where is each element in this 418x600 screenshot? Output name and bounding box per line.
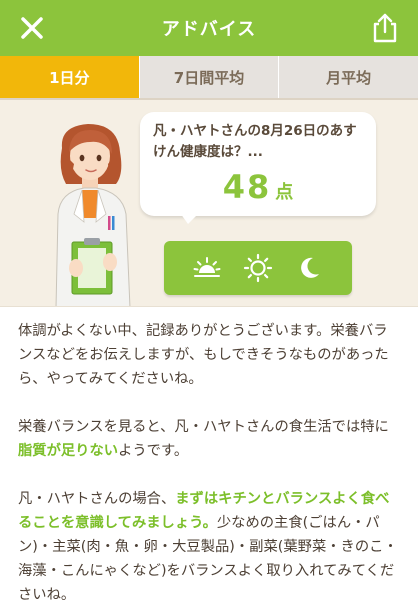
health-score-unit: 点 [275, 182, 294, 203]
health-score: 48 点 [140, 168, 376, 206]
tab-1day[interactable]: 1日分 [0, 56, 140, 98]
meal-time-selector [164, 241, 352, 295]
speech-bubble-tail [178, 210, 202, 224]
period-tabs: 1日分 7日間平均 月平均 [0, 56, 418, 98]
nutritionist-avatar [55, 124, 131, 308]
tab-monthly-average[interactable]: 月平均 [279, 56, 418, 98]
speech-bubble: 凡・ハヤトさんの8月26日のあすけん健康度は？... 48 点 [140, 112, 376, 216]
advice-paragraph-2: 栄養バランスを見ると、凡・ハヤトさんの食生活では特に脂質が足りないようです。 [18, 415, 400, 463]
advice-text: ようです。 [118, 443, 189, 459]
page-title: アドバイス [161, 19, 257, 40]
tab-7day-average[interactable]: 7日間平均 [140, 56, 280, 98]
advice-paragraph-3: 凡・ハヤトさんの場合、まずはキチンとバランスよく食べることを意識してみましょう。… [18, 487, 400, 600]
advice-card: 体調がよくない中、記録ありがとうございます。栄養バランスなどをお伝えしますが、も… [0, 306, 418, 600]
advice-paragraph-1: 体調がよくない中、記録ありがとうございます。栄養バランスなどをお伝えしますが、も… [18, 323, 389, 387]
header-bar: アドバイス [0, 0, 418, 56]
advice-text: 栄養バランスを見ると、凡・ハヤトさんの食生活では特に [18, 419, 389, 435]
moon-icon[interactable] [294, 253, 324, 283]
sun-icon[interactable] [243, 253, 273, 283]
tabs-divider [0, 98, 418, 100]
sunrise-icon[interactable] [192, 253, 222, 283]
advice-highlight: 脂質が足りない [18, 443, 119, 459]
close-icon[interactable] [18, 14, 46, 42]
share-icon[interactable] [370, 12, 400, 44]
advice-text: 凡・ハヤトさんの場合、 [18, 491, 176, 507]
health-score-value: 48 [222, 168, 272, 206]
health-score-message: 凡・ハヤトさんの8月26日のあすけん健康度は？... [153, 123, 357, 160]
